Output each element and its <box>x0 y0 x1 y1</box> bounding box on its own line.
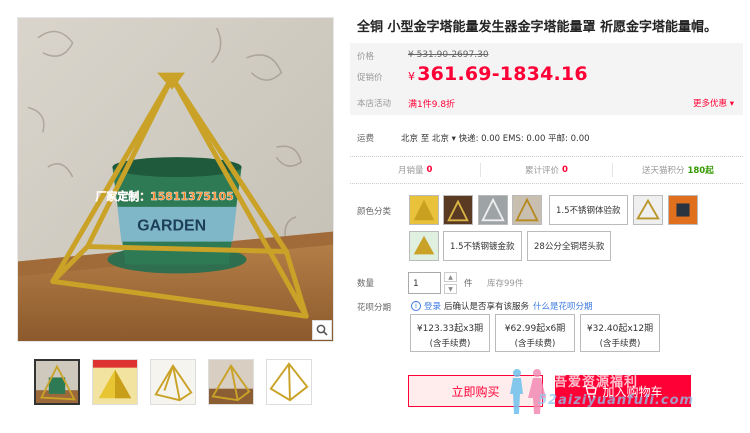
sku-option-stainless-gold[interactable]: 1.5不锈钢镀金款 <box>443 231 522 261</box>
thumbnail-1[interactable] <box>34 359 80 405</box>
promo-price: ¥361.69-1834.16 <box>408 63 588 85</box>
watermark-text: 吾爱资源福利 <box>554 375 639 390</box>
sku-thumbnail <box>479 196 507 224</box>
stat-label: 送天猫积分 <box>641 166 685 176</box>
what-is-huabei-link[interactable]: 什么是花呗分期 <box>533 300 593 312</box>
installment-periods: x6期 <box>545 324 566 334</box>
image-overlay-text: 厂家定制：15811375105 <box>96 189 234 203</box>
shop-activity-value: 满1件9.8折 <box>408 100 456 110</box>
stat-label: 月销量 <box>397 166 424 176</box>
installment-periods: x3期 <box>463 324 484 334</box>
tmall-points: 送天猫积分 180起 <box>613 163 743 177</box>
thumbnail-image <box>36 361 78 403</box>
stat-value: 180起 <box>687 166 714 176</box>
sku-option-image-5[interactable] <box>633 195 663 225</box>
installment-fee: (含手续费) <box>429 339 471 349</box>
quantity-decrease-button[interactable]: ▼ <box>444 284 457 294</box>
shipping-label: 运费 <box>357 134 375 144</box>
shipping-info[interactable]: 北京 至 北京 ▾ 快递: 0.00 EMS: 0.00 平邮: 0.00 <box>401 132 590 144</box>
sku-option-image-1[interactable] <box>409 195 439 225</box>
stat-value: 0 <box>426 165 433 175</box>
search-zoom-icon <box>316 324 328 336</box>
installment-fee: (含手续费) <box>599 339 641 349</box>
installment-periods: x12期 <box>627 324 654 334</box>
more-discounts-link[interactable]: 更多优惠 ▾ <box>693 97 734 109</box>
sku-option-image-7[interactable] <box>409 231 439 261</box>
stat-label: 累计评价 <box>525 166 560 176</box>
info-icon: i <box>411 301 421 311</box>
currency-symbol: ¥ <box>408 70 416 83</box>
sku-option-image-3[interactable] <box>478 195 508 225</box>
thumbnail-image <box>93 360 137 404</box>
zoom-button[interactable] <box>312 320 332 340</box>
installment-amount: ¥62.99起 <box>504 324 546 334</box>
monthly-sales: 月销量 0 <box>350 163 482 177</box>
buy-now-label: 立即购买 <box>451 384 500 399</box>
quantity-label: 数量 <box>357 279 375 289</box>
promo-price-label: 促销价 <box>357 73 383 83</box>
login-link[interactable]: 登录 <box>424 300 441 312</box>
price-label: 价格 <box>357 52 375 62</box>
installment-12[interactable]: ¥32.40起x12期 (含手续费) <box>580 314 660 352</box>
quantity-increase-button[interactable]: ▲ <box>444 272 457 282</box>
thumbnail-4[interactable] <box>208 359 254 405</box>
huabei-notice: i 登录 后确认是否享有该服务 什么是花呗分期 <box>411 300 593 312</box>
sku-option-copper-28cm[interactable]: 28公分全铜塔头款 <box>527 231 612 261</box>
sku-thumbnail <box>634 196 662 224</box>
product-title: 全铜 小型金字塔能量发生器金字塔能量罩 祈愿金字塔能量帽。 <box>357 20 718 35</box>
stats-bar: 月销量 0 累计评价 0 送天猫积分 180起 <box>350 156 743 184</box>
watermark-url: 52aiziyuanfuli.com <box>538 393 695 408</box>
quantity-unit: 件 <box>464 279 473 289</box>
thumbnail-strip <box>34 359 312 405</box>
installment-amount: ¥123.33起 <box>416 324 464 334</box>
color-category-label: 颜色分类 <box>357 207 392 217</box>
sku-option-image-4[interactable] <box>512 195 542 225</box>
pot-label-text: GARDEN <box>137 218 206 235</box>
price-panel: 价格 ¥ 531.90-2697.30 促销价 ¥361.69-1834.16 … <box>350 43 743 115</box>
sku-option-image-2[interactable] <box>443 195 473 225</box>
thumbnail-image <box>267 360 311 404</box>
sku-thumbnail <box>669 196 697 224</box>
sku-option-stainless-trial[interactable]: 1.5不锈钢体验款 <box>549 195 628 225</box>
thumbnail-3[interactable] <box>150 359 196 405</box>
thumbnail-5[interactable] <box>266 359 312 405</box>
more-discounts-label: 更多优惠 <box>693 99 728 109</box>
stock-count: 库存99件 <box>487 279 524 289</box>
sku-thumbnail <box>410 232 438 260</box>
quantity-input[interactable]: 1 <box>408 272 441 294</box>
huabei-label: 花呗分期 <box>357 303 392 313</box>
product-photo: GARDEN 厂家定制：15811375105 <box>18 18 333 341</box>
sku-thumbnail <box>513 196 541 224</box>
installment-6[interactable]: ¥62.99起x6期 (含手续费) <box>495 314 575 352</box>
thumbnail-image <box>151 360 195 404</box>
shop-activity-label: 本店活动 <box>357 99 392 109</box>
installment-amount: ¥32.40起 <box>586 324 628 334</box>
installment-fee: (含手续费) <box>514 339 556 349</box>
sku-thumbnail <box>410 196 438 224</box>
installment-3[interactable]: ¥123.33起x3期 (含手续费) <box>410 314 490 352</box>
chevron-down-icon: ▾ <box>729 99 734 109</box>
huabei-notice-text: 后确认是否享有该服务 <box>444 302 530 312</box>
watermark-figures <box>510 369 546 414</box>
sku-option-image-6[interactable] <box>668 195 698 225</box>
stat-value: 0 <box>562 165 568 175</box>
total-reviews[interactable]: 累计评价 0 <box>481 163 613 177</box>
promo-price-value: 361.69-1834.16 <box>417 63 588 85</box>
sku-thumbnail <box>444 196 472 224</box>
thumbnail-2[interactable] <box>92 359 138 405</box>
thumbnail-image <box>209 360 253 404</box>
original-price: ¥ 531.90-2697.30 <box>408 50 489 60</box>
main-product-image[interactable]: GARDEN 厂家定制：15811375105 <box>17 17 334 342</box>
